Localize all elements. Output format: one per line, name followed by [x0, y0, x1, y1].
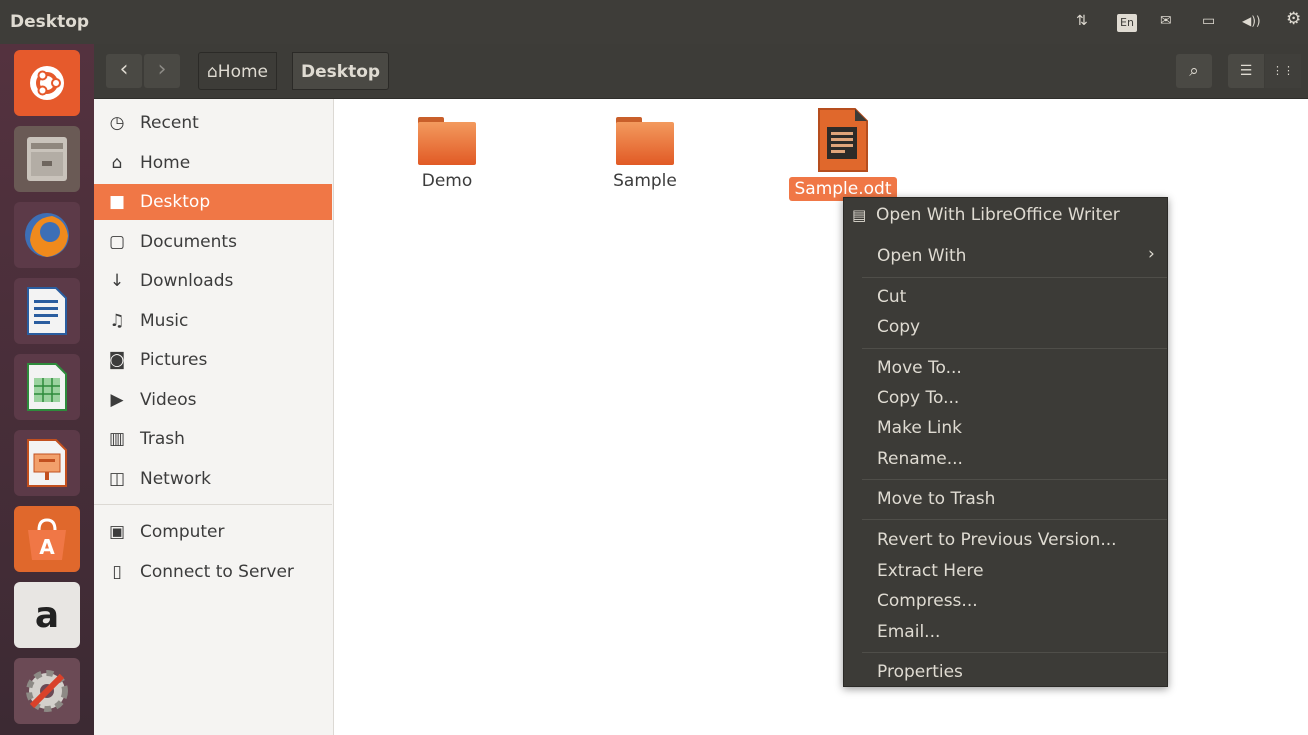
launcher: A a: [0, 44, 94, 735]
sidebar-item-recent[interactable]: ◷ Recent: [94, 105, 332, 141]
menu-item-compress[interactable]: Compress...: [877, 590, 978, 612]
breadcrumb-desktop[interactable]: Desktop: [292, 52, 390, 90]
home-icon: ⌂: [207, 62, 218, 82]
network-icon: ◫: [108, 469, 126, 489]
menu-item-properties[interactable]: Properties: [877, 661, 963, 683]
sidebar-divider: [94, 504, 332, 505]
search-icon[interactable]: ⌕: [1176, 54, 1212, 88]
header-bar: ‹ › ⌂Home Desktop ⌕ ☰ ⋮⋮: [94, 44, 1308, 99]
computer-icon: ▣: [108, 522, 126, 542]
libreoffice-writer-icon[interactable]: [14, 278, 80, 344]
sidebar-item-label: Desktop: [140, 192, 211, 212]
camera-icon: ◙: [108, 350, 126, 370]
menu-item-email[interactable]: Email...: [877, 621, 940, 643]
mail-icon[interactable]: ✉: [1160, 12, 1172, 30]
menu-separator: [862, 277, 1167, 278]
system-settings-icon[interactable]: [14, 658, 80, 724]
sidebar-item-trash[interactable]: ▥ Trash: [94, 421, 332, 457]
sidebar-item-videos[interactable]: ▶ Videos: [94, 382, 332, 418]
forward-button[interactable]: ›: [144, 54, 180, 88]
settings-icon[interactable]: ⚙: [1286, 10, 1301, 28]
menu-item-revert-to-previous-version[interactable]: Revert to Previous Version...: [877, 529, 1117, 551]
music-icon: ♫: [109, 311, 125, 331]
amazon-icon[interactable]: a: [14, 582, 80, 648]
sidebar-item-music[interactable]: ♫ Music: [94, 303, 332, 339]
clock-icon: ◷: [109, 113, 125, 133]
file-item-demo[interactable]: Demo: [387, 99, 507, 191]
back-button[interactable]: ‹: [106, 54, 142, 88]
sidebar-item-connect-to-server[interactable]: ▯ Connect to Server: [94, 554, 332, 590]
breadcrumb-home-label: Home: [217, 62, 268, 82]
sidebar-item-label: Connect to Server: [140, 562, 294, 582]
firefox-icon[interactable]: [14, 202, 80, 268]
file-item-sample[interactable]: Sample: [585, 99, 705, 191]
trash-icon: ▥: [108, 429, 126, 449]
sidebar-item-network[interactable]: ◫ Network: [94, 461, 332, 497]
amazon-glyph: a: [34, 594, 60, 636]
file-item-sample-odt[interactable]: Sample.odt: [783, 99, 903, 201]
sidebar-item-home[interactable]: ⌂ Home: [94, 145, 332, 181]
files-icon[interactable]: [14, 126, 80, 192]
home-icon: ⌂: [111, 153, 123, 173]
context-menu: ▤ Open With LibreOffice Writer Open With …: [843, 197, 1168, 687]
folder-icon: [616, 117, 674, 165]
sidebar-item-label: Documents: [140, 232, 237, 252]
svg-text:A: A: [39, 535, 55, 559]
libreoffice-calc-icon[interactable]: [14, 354, 80, 420]
menu-separator: [862, 479, 1167, 480]
menu-item-copy-to[interactable]: Copy To...: [877, 387, 959, 409]
sidebar-item-documents[interactable]: ▢ Documents: [94, 224, 332, 260]
menu-separator: [862, 652, 1167, 653]
menu-item-cut[interactable]: Cut: [877, 286, 906, 308]
menu-item-move-to-trash[interactable]: Move to Trash: [877, 488, 995, 510]
sidebar-item-label: Network: [140, 469, 211, 489]
menu-separator: [862, 348, 1167, 349]
document-icon: ▢: [108, 232, 126, 252]
document-icon: ▤: [852, 206, 867, 224]
sidebar-item-downloads[interactable]: ↓ Downloads: [94, 263, 332, 299]
file-name: Demo: [421, 171, 473, 191]
sidebar-item-label: Trash: [140, 429, 185, 449]
keyboard-layout-indicator[interactable]: En: [1117, 14, 1137, 32]
breadcrumb-home[interactable]: ⌂Home: [198, 52, 277, 90]
sidebar-item-label: Recent: [140, 113, 199, 133]
sidebar-item-label: Computer: [140, 522, 225, 542]
menu-item-move-to[interactable]: Move To...: [877, 357, 962, 379]
menu-item-copy[interactable]: Copy: [877, 316, 920, 338]
sidebar-item-computer[interactable]: ▣ Computer: [94, 514, 332, 550]
sidebar: ◷ Recent ⌂ Home ■ Desktop ▢ Documents ↓ Downl…: [94, 99, 334, 735]
sidebar-item-label: Pictures: [140, 350, 208, 370]
menu-item-label: Open With LibreOffice Writer: [876, 205, 1120, 225]
list-view-icon[interactable]: ☰: [1228, 54, 1264, 88]
sidebar-item-label: Videos: [140, 390, 197, 410]
sidebar-item-label: Home: [140, 153, 191, 173]
ubuntu-dash-icon[interactable]: [14, 50, 80, 116]
chevron-right-icon: ›: [1148, 244, 1155, 264]
menu-item-open-with[interactable]: Open With: [877, 245, 966, 267]
top-panel: Desktop ⇅ En ✉ ▭ ◀)) ⚙: [0, 0, 1308, 44]
window-title: Desktop: [10, 12, 90, 32]
sidebar-item-label: Downloads: [140, 271, 234, 291]
menu-item-extract-here[interactable]: Extract Here: [877, 560, 984, 582]
server-icon: ▯: [112, 562, 122, 582]
odt-document-icon: [817, 107, 869, 173]
battery-icon[interactable]: ▭: [1202, 12, 1215, 30]
folder-icon: [418, 117, 476, 165]
software-center-icon[interactable]: A: [14, 506, 80, 572]
menu-separator: [862, 519, 1167, 520]
sidebar-item-label: Music: [140, 311, 189, 331]
grid-view-icon[interactable]: ⋮⋮: [1265, 54, 1301, 88]
volume-icon[interactable]: ◀)): [1242, 12, 1261, 30]
network-icon[interactable]: ⇅: [1076, 12, 1088, 30]
menu-item-make-link[interactable]: Make Link: [877, 417, 962, 439]
menu-item-rename[interactable]: Rename...: [877, 448, 963, 470]
menu-item-open-with-libreoffice-writer[interactable]: ▤ Open With LibreOffice Writer: [852, 204, 1120, 226]
download-icon: ↓: [109, 271, 125, 291]
sidebar-item-desktop[interactable]: ■ Desktop: [94, 184, 332, 220]
sidebar-item-pictures[interactable]: ◙ Pictures: [94, 342, 332, 378]
video-icon: ▶: [110, 390, 124, 410]
file-name: Sample: [613, 171, 677, 191]
folder-icon: ■: [108, 192, 126, 212]
libreoffice-impress-icon[interactable]: [14, 430, 80, 496]
